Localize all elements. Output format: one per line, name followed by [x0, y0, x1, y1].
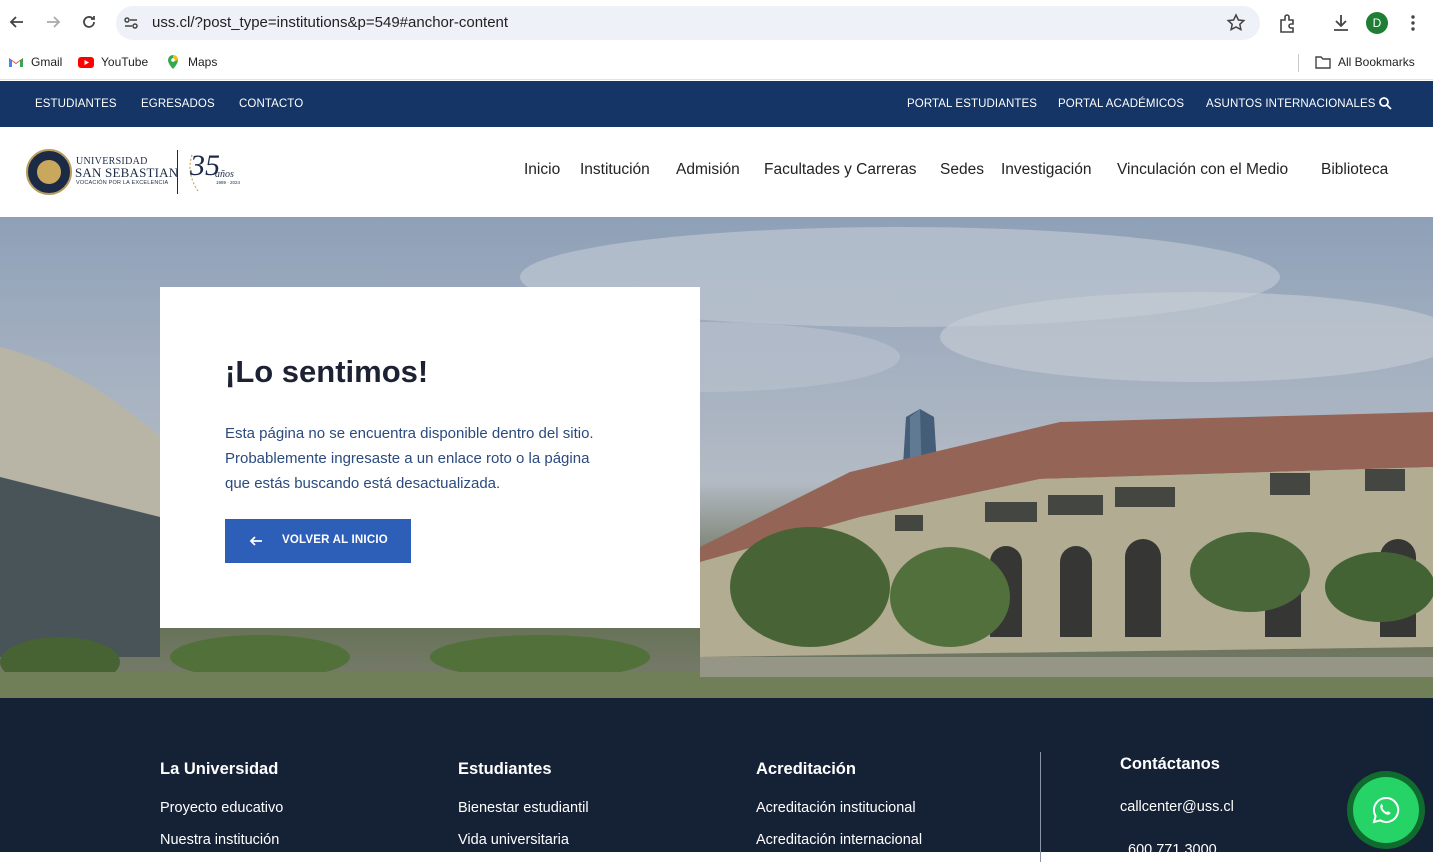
search-icon[interactable]	[1378, 96, 1392, 110]
nav-admision[interactable]: Admisión	[676, 161, 740, 179]
util-link-portal-estudiantes[interactable]: PORTAL ESTUDIANTES	[907, 98, 1037, 110]
util-link-portal-academicos[interactable]: PORTAL ACADÉMICOS	[1058, 98, 1184, 110]
arrow-left-icon	[248, 533, 264, 549]
nav-vinculacion[interactable]: Vinculación con el Medio	[1117, 161, 1288, 179]
bookmark-star-icon[interactable]	[1226, 13, 1246, 33]
youtube-icon	[78, 54, 94, 70]
bookmark-maps[interactable]: Maps	[165, 54, 217, 70]
footer-link-nuestra-institucion[interactable]: Nuestra institución	[160, 832, 279, 848]
site-settings-icon[interactable]	[122, 14, 140, 32]
footer-heading-contacto: Contáctanos	[1120, 755, 1220, 773]
back-to-home-label: VOLVER AL INICIO	[282, 534, 388, 546]
bookmarks-divider	[1298, 54, 1299, 72]
util-link-contacto[interactable]: CONTACTO	[239, 98, 303, 110]
nav-facultades-carreras[interactable]: Facultades y Carreras	[764, 161, 916, 179]
bookmarks-bar: Gmail YouTube Maps All Bookmarks	[0, 46, 1433, 80]
url-text[interactable]: uss.cl/?post_type=institutions&p=549#anc…	[152, 14, 508, 31]
error-title: ¡Lo sentimos!	[225, 354, 429, 389]
logo-separator	[177, 150, 178, 194]
gmail-icon	[8, 54, 24, 70]
uss-logo[interactable]: UNIVERSIDAD SAN SEBASTIAN VOCACIÓN POR L…	[26, 147, 241, 197]
footer: La Universidad Proyecto educativo Nuestr…	[0, 698, 1433, 862]
footer-divider	[1040, 752, 1041, 862]
logo-line2: SAN SEBASTIAN	[75, 165, 179, 180]
back-to-home-button[interactable]: VOLVER AL INICIO	[225, 519, 411, 563]
util-link-asuntos-internacionales[interactable]: ASUNTOS INTERNACIONALES	[1206, 98, 1376, 110]
bookmark-label: Gmail	[31, 55, 63, 69]
browser-toolbar: uss.cl/?post_type=institutions&p=549#anc…	[0, 0, 1433, 46]
error-message-line: que estás buscando está desactualizada.	[225, 475, 501, 492]
footer-link-vida-universitaria[interactable]: Vida universitaria	[458, 832, 569, 848]
footer-heading-acreditacion: Acreditación	[756, 760, 856, 778]
back-arrow-icon[interactable]	[3, 8, 31, 36]
anniversary-years: 1989 · 2024	[216, 180, 241, 185]
all-bookmarks-button[interactable]: All Bookmarks	[1315, 54, 1415, 70]
footer-link-acreditacion-internacional[interactable]: Acreditación internacional	[756, 832, 922, 848]
footer-link-proyecto-educativo[interactable]: Proyecto educativo	[160, 800, 283, 816]
address-bar[interactable]: uss.cl/?post_type=institutions&p=549#anc…	[116, 6, 1260, 40]
all-bookmarks-label: All Bookmarks	[1338, 55, 1415, 69]
bookmark-youtube[interactable]: YouTube	[78, 54, 148, 70]
utility-bar: ESTUDIANTES EGRESADOS CONTACTO PORTAL ES…	[0, 81, 1433, 127]
footer-link-bienestar[interactable]: Bienestar estudiantil	[458, 800, 589, 816]
uss-seal-icon	[26, 149, 72, 195]
error-message-line: Esta página no se encuentra disponible d…	[225, 425, 594, 442]
logo-tagline: VOCACIÓN POR LA EXCELENCIA	[76, 180, 169, 186]
bookmark-label: YouTube	[101, 55, 149, 69]
error-message: Esta página no se encuentra disponible d…	[225, 421, 625, 496]
nav-biblioteca[interactable]: Biblioteca	[1321, 161, 1388, 179]
footer-link-acreditacion-institucional[interactable]: Acreditación institucional	[756, 800, 916, 816]
maps-pin-icon	[165, 54, 181, 70]
profile-avatar[interactable]: D	[1366, 12, 1388, 34]
reload-icon[interactable]	[75, 8, 103, 36]
util-link-egresados[interactable]: EGRESADOS	[141, 98, 215, 110]
bookmark-label: Maps	[188, 55, 218, 69]
nav-sedes[interactable]: Sedes	[940, 161, 984, 179]
nav-investigacion[interactable]: Investigación	[1001, 161, 1091, 179]
anniversary-word: años	[215, 169, 234, 180]
whatsapp-icon	[1372, 796, 1400, 824]
downloads-icon[interactable]	[1330, 12, 1352, 34]
main-header: UNIVERSIDAD SAN SEBASTIAN VOCACIÓN POR L…	[0, 127, 1433, 217]
browser-menu-icon[interactable]	[1402, 12, 1424, 34]
error-message-line: Probablemente ingresaste a un enlace rot…	[225, 450, 590, 467]
folder-icon	[1315, 54, 1331, 70]
footer-heading-universidad: La Universidad	[160, 760, 279, 778]
footer-contact-email[interactable]: callcenter@uss.cl	[1120, 799, 1234, 815]
forward-arrow-icon[interactable]	[39, 8, 67, 36]
nav-institucion[interactable]: Institución	[580, 161, 650, 179]
bookmark-gmail[interactable]: Gmail	[8, 54, 62, 70]
extensions-icon[interactable]	[1277, 12, 1299, 34]
whatsapp-button[interactable]	[1347, 771, 1425, 849]
footer-contact-phone[interactable]: 600 771 3000	[1128, 842, 1217, 858]
util-link-estudiantes[interactable]: ESTUDIANTES	[35, 98, 117, 110]
footer-heading-estudiantes: Estudiantes	[458, 760, 552, 778]
nav-inicio[interactable]: Inicio	[524, 161, 560, 179]
